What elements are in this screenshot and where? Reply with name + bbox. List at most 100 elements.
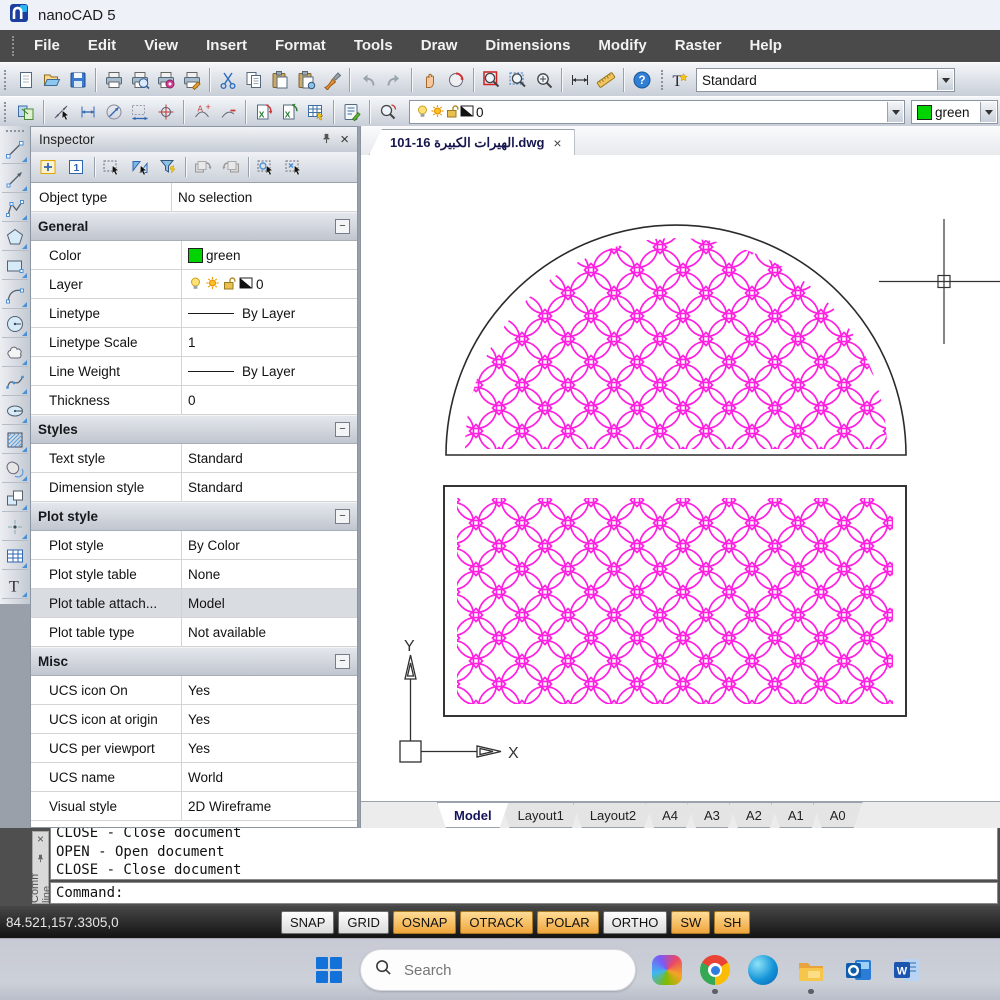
close-icon[interactable]: × xyxy=(553,135,561,151)
zoom-window-icon[interactable] xyxy=(479,68,504,93)
point-icon[interactable] xyxy=(2,514,28,541)
menu-insert[interactable]: Insert xyxy=(192,30,261,62)
collapse-icon[interactable]: − xyxy=(335,219,350,234)
property-value-plot-style-table[interactable]: None xyxy=(182,560,357,588)
status-toggle-osnap[interactable]: OSNAP xyxy=(392,910,457,934)
undo-icon[interactable] xyxy=(355,68,380,93)
dim-arc-length-icon[interactable]: A + xyxy=(189,100,214,125)
status-toggle-polar[interactable]: POLAR xyxy=(536,910,599,934)
start-button-icon[interactable] xyxy=(312,953,346,987)
property-value-line-weight[interactable]: By Layer xyxy=(182,357,357,385)
text-icon[interactable]: T xyxy=(2,572,28,599)
status-toggle-sw[interactable]: SW xyxy=(671,910,711,934)
copy-icon[interactable] xyxy=(241,68,266,93)
copy-settings-icon[interactable] xyxy=(190,155,216,179)
status-toggle-ortho[interactable]: ORTHO xyxy=(602,910,668,934)
zoom-all-icon[interactable] xyxy=(531,68,556,93)
quick-select-icon[interactable] xyxy=(36,155,62,179)
table-icon[interactable] xyxy=(2,543,28,570)
menu-draw[interactable]: Draw xyxy=(407,30,472,62)
status-toggle-sh[interactable]: SH xyxy=(714,910,751,934)
help-icon[interactable]: ? xyxy=(629,68,654,93)
rectangle-icon[interactable] xyxy=(2,253,28,280)
copy-properties-icon[interactable] xyxy=(13,100,38,125)
format-painter-icon[interactable] xyxy=(319,68,344,93)
pin-icon[interactable] xyxy=(321,132,332,147)
line-icon[interactable] xyxy=(2,137,28,164)
excel-import-icon[interactable]: X xyxy=(251,100,276,125)
dim-baseline-icon[interactable] xyxy=(127,100,152,125)
property-value-linetype-scale[interactable]: 1 xyxy=(182,328,357,356)
menu-file[interactable]: File xyxy=(20,30,74,62)
ellipse-icon[interactable] xyxy=(2,398,28,425)
layout-tab-model[interactable]: Model xyxy=(437,802,509,828)
zoom-dynamic-icon[interactable] xyxy=(505,68,530,93)
file-explorer-icon[interactable] xyxy=(794,953,828,994)
property-value-plot-table-attach[interactable]: Model xyxy=(182,589,357,617)
table-edit-icon[interactable] xyxy=(303,100,328,125)
property-value-plot-table-type[interactable]: Not available xyxy=(182,618,357,646)
toolbar-grip[interactable] xyxy=(4,70,6,90)
property-value-ucs-icon-at-origin[interactable]: Yes xyxy=(182,705,357,733)
show-selected-icon[interactable]: 1 xyxy=(64,155,90,179)
measure-distance-icon[interactable] xyxy=(567,68,592,93)
menu-format[interactable]: Format xyxy=(261,30,340,62)
spline-icon[interactable] xyxy=(2,369,28,396)
select-rect-icon[interactable] xyxy=(99,155,125,179)
select-circle-icon[interactable] xyxy=(253,155,279,179)
property-value-ucs-per-viewport[interactable]: Yes xyxy=(182,734,357,762)
polygon-icon[interactable] xyxy=(2,224,28,251)
status-toggle-grid[interactable]: GRID xyxy=(338,910,389,934)
plot-settings-icon[interactable] xyxy=(153,68,178,93)
dim-oblique-icon[interactable] xyxy=(215,100,240,125)
region-icon[interactable] xyxy=(2,456,28,483)
taskbar-search[interactable] xyxy=(360,949,636,991)
word-icon[interactable]: W xyxy=(890,953,924,987)
menu-view[interactable]: View xyxy=(130,30,192,62)
print-preview-icon[interactable] xyxy=(127,68,152,93)
layout-tab-layout1[interactable]: Layout1 xyxy=(501,802,581,828)
menu-dimensions[interactable]: Dimensions xyxy=(471,30,584,62)
layout-tab-a0[interactable]: A0 xyxy=(813,802,863,828)
save-file-icon[interactable] xyxy=(65,68,90,93)
drawing-explorer-icon[interactable] xyxy=(339,100,364,125)
combo-dropdown-icon[interactable] xyxy=(937,70,953,90)
menu-raster[interactable]: Raster xyxy=(661,30,736,62)
property-value-layer[interactable]: 0 xyxy=(182,270,357,298)
menu-help[interactable]: Help xyxy=(735,30,796,62)
property-value-thickness[interactable]: 0 xyxy=(182,386,357,414)
toolbar-grip[interactable] xyxy=(6,130,24,132)
publish-icon[interactable] xyxy=(179,68,204,93)
property-value-dimension-style[interactable]: Standard xyxy=(182,473,357,501)
collapse-icon[interactable]: − xyxy=(335,509,350,524)
circle-icon[interactable] xyxy=(2,311,28,338)
property-value-linetype[interactable]: By Layer xyxy=(182,299,357,327)
property-value-ucs-icon-on[interactable]: Yes xyxy=(182,676,357,704)
excel-export-icon[interactable]: X xyxy=(277,100,302,125)
property-value-color[interactable]: green xyxy=(182,241,357,269)
pin-icon[interactable] xyxy=(36,850,45,868)
hatch-icon[interactable] xyxy=(2,427,28,454)
menu-tools[interactable]: Tools xyxy=(340,30,407,62)
toolbar-grip[interactable] xyxy=(661,70,663,90)
deselect-icon[interactable] xyxy=(281,155,307,179)
dim-radius-icon[interactable] xyxy=(101,100,126,125)
collapse-icon[interactable]: − xyxy=(335,654,350,669)
cloud-icon[interactable] xyxy=(2,340,28,367)
search-input[interactable] xyxy=(402,960,596,980)
open-file-icon[interactable] xyxy=(39,68,64,93)
text-style-combo[interactable]: Standard xyxy=(696,68,955,92)
outlook-icon[interactable] xyxy=(842,953,876,987)
combo-dropdown-icon[interactable] xyxy=(980,102,996,122)
apply-settings-icon[interactable] xyxy=(218,155,244,179)
layout-tab-a3[interactable]: A3 xyxy=(687,802,737,828)
paste-special-icon[interactable] xyxy=(293,68,318,93)
text-style-icon[interactable]: T xyxy=(667,68,692,93)
close-icon[interactable]: × xyxy=(37,833,44,845)
collapse-icon[interactable]: − xyxy=(335,422,350,437)
layout-tab-layout2[interactable]: Layout2 xyxy=(573,802,653,828)
model-canvas[interactable]: Y X xyxy=(361,155,1000,802)
measure-ruler-icon[interactable] xyxy=(593,68,618,93)
status-toggle-otrack[interactable]: OTRACK xyxy=(460,910,533,934)
command-history[interactable]: CLOSE - Close document OPEN - Open docume… xyxy=(50,828,998,880)
